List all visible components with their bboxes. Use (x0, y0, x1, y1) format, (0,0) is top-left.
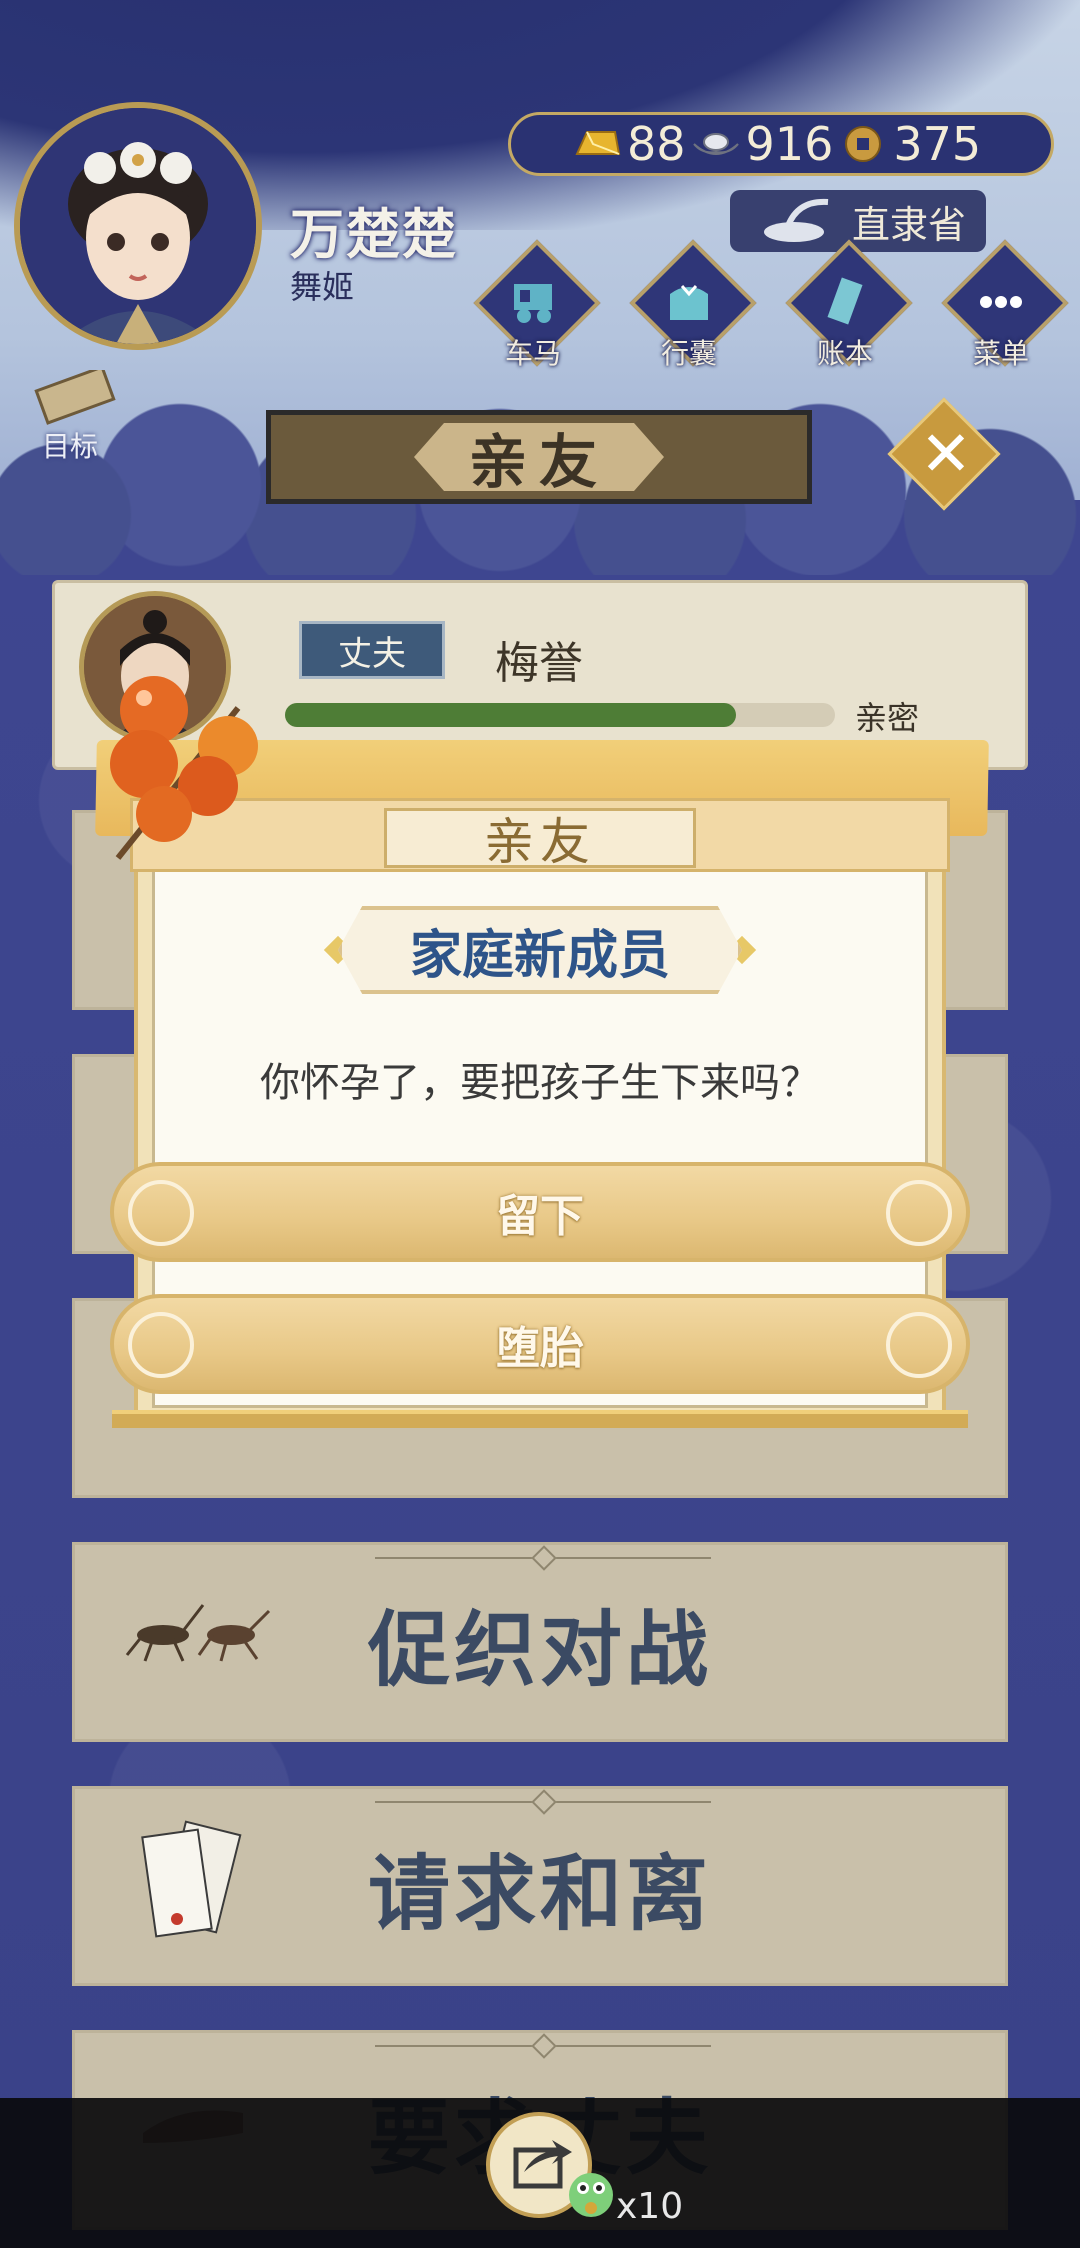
button-ornament-right (886, 1312, 952, 1378)
modal-bottom-rod (112, 1410, 968, 1428)
modal-message: 你怀孕了，要把孩子生下来吗？ (260, 1060, 820, 1106)
modal-heading: 家庭新成员 (338, 906, 742, 994)
button-ornament-left (128, 1180, 194, 1246)
button-ornament-left (128, 1312, 194, 1378)
keep-baby-label: 留下 (496, 1191, 584, 1242)
frog-coin-icon (569, 2173, 613, 2217)
abort-label: 堕胎 (496, 1323, 584, 1374)
keep-baby-button[interactable]: 留下 (110, 1162, 970, 1262)
abort-button[interactable]: 堕胎 (110, 1294, 970, 1394)
share-count: x10 (616, 2186, 684, 2227)
button-ornament-right (886, 1180, 952, 1246)
candied-fruit-icon (110, 676, 258, 860)
modal-title: 亲友 (384, 808, 696, 871)
